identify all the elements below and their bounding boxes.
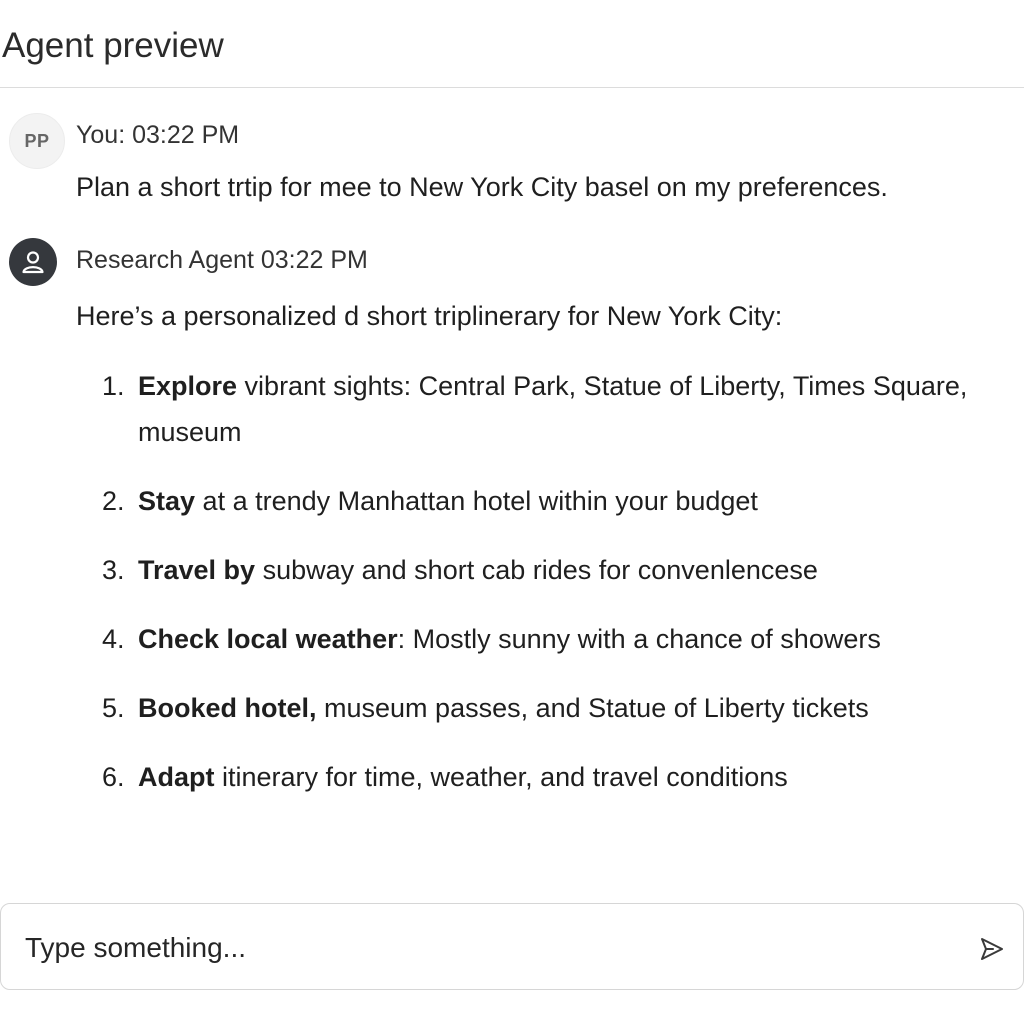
list-item-bold: Travel by: [138, 555, 256, 585]
list-item-text: itinerary for time, weather, and travel …: [214, 762, 788, 792]
header: Agent preview: [0, 0, 1024, 88]
agent-message-meta: Research Agent 03:22 PM: [76, 246, 368, 274]
list-item-number: 1.: [102, 371, 125, 401]
message-input[interactable]: [25, 926, 925, 970]
list-item-bold: Adapt: [138, 762, 215, 792]
list-item-text: subway and short cab rides for convenlen…: [255, 555, 818, 585]
list-item: 3. Travel by subway and short cab rides f…: [100, 547, 1024, 593]
user-message-text: Plan a short trtip for mee to New York C…: [76, 172, 888, 202]
list-item: 5. Booked hotel, museum passes, and Statu…: [100, 685, 1024, 731]
page-title: Agent preview: [2, 26, 224, 65]
list-item-text: : Mostly sunny with a chance of showers: [397, 624, 881, 654]
agent-message-intro: Here’s a personalized d short triplinera…: [76, 301, 783, 331]
list-item-text: at a trendy Manhattan hotel within your …: [195, 486, 758, 516]
list-item-number: 2.: [102, 486, 125, 516]
user-message-meta: You: 03:22 PM: [76, 121, 240, 149]
list-item-number: 5.: [102, 693, 125, 723]
list-item-bold: Check local weather: [138, 624, 398, 654]
list-item-bold: Booked hotel,: [138, 693, 317, 723]
list-item-number: 3.: [102, 555, 125, 585]
list-item: 6. Adapt itinerary for time, weather, and…: [100, 754, 1024, 800]
list-item-text: vibrant sights: Central Park, Statue of …: [138, 371, 968, 447]
list-item-text: museum passes, and Statue of Liberty tic…: [316, 693, 869, 723]
list-item: 4. Check local weather: Mostly sunny with…: [100, 616, 1024, 662]
list-item-bold: Stay: [138, 486, 196, 516]
agent-avatar: [9, 238, 57, 286]
list-item-number: 4.: [102, 624, 125, 654]
send-icon: [981, 938, 1003, 960]
list-item: 1. Explore vibrant sights: Central Park, …: [100, 363, 1024, 455]
person-icon: [22, 251, 44, 274]
itinerary-list: 1. Explore vibrant sights: Central Park, …: [100, 363, 1024, 823]
message-composer: [0, 903, 1024, 990]
list-item-number: 6.: [102, 762, 125, 792]
list-item-bold: Explore: [138, 371, 238, 401]
agent-preview-panel: Agent preview PP You: 03:22 PM Plan a sh…: [0, 0, 1024, 1024]
send-button[interactable]: [973, 930, 1011, 968]
list-item: 2. Stay at a trendy Manhattan hotel withi…: [100, 478, 1024, 524]
user-avatar: PP: [9, 113, 65, 169]
